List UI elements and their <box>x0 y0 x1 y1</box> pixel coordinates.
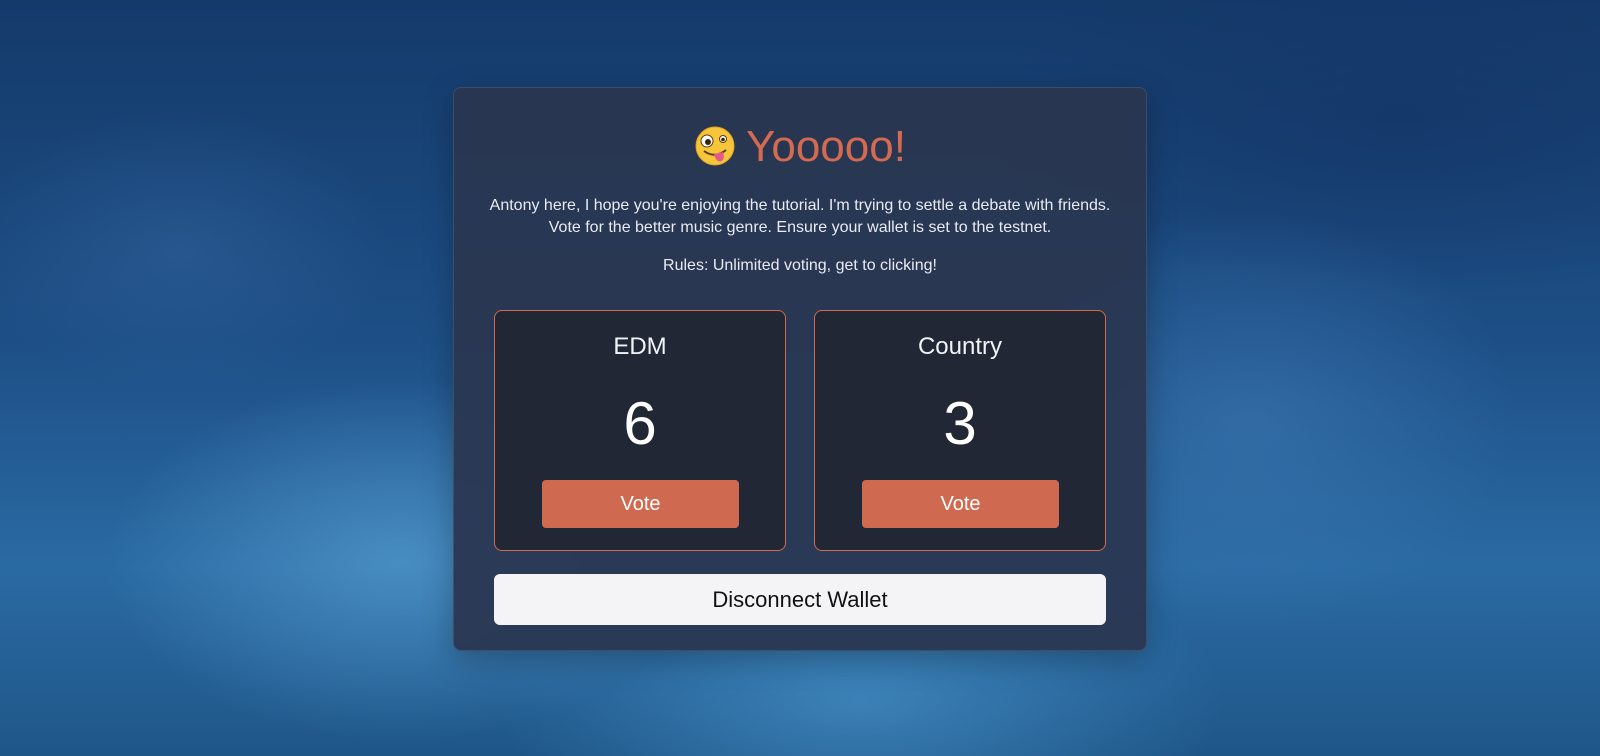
option-card-edm: EDM 6 Vote <box>494 310 786 551</box>
zany-face-icon <box>695 126 735 166</box>
intro-text: Antony here, I hope you're enjoying the … <box>474 195 1126 239</box>
vote-count: 3 <box>943 390 977 457</box>
disconnect-wallet-button[interactable]: Disconnect Wallet <box>494 574 1106 625</box>
title-text: Yooooo! <box>746 122 906 171</box>
option-card-country: Country 3 Vote <box>814 310 1106 551</box>
vote-button-edm[interactable]: Vote <box>542 480 739 528</box>
option-name: Country <box>917 333 1003 360</box>
vote-button-country[interactable]: Vote <box>862 480 1059 528</box>
vote-count: 6 <box>623 390 657 457</box>
rules-text: Rules: Unlimited voting, get to clicking… <box>663 257 937 274</box>
page-title: Yooooo! <box>454 122 1146 172</box>
option-name: EDM <box>613 333 667 360</box>
intro-line-1: Antony here, I hope you're enjoying the … <box>489 197 1111 214</box>
intro-line-2: Vote for the better music genre. Ensure … <box>548 219 1052 236</box>
voting-card: Yooooo! Antony here, I hope you're enjoy… <box>453 87 1147 651</box>
